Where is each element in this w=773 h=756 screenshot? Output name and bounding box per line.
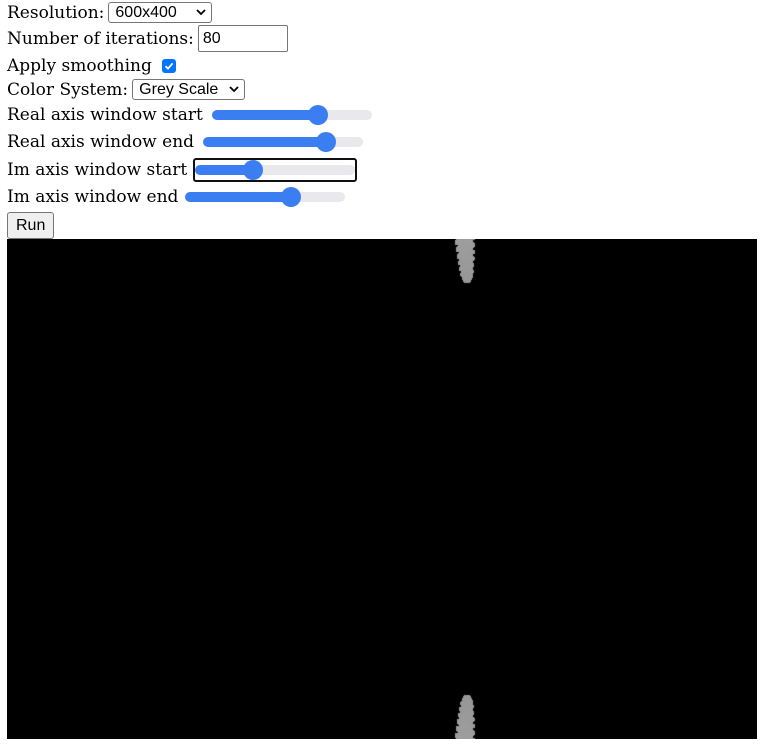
real-end-slider[interactable] <box>203 131 364 153</box>
run-row: Run <box>7 212 55 239</box>
real-end-label: Real axis window end <box>7 132 195 152</box>
resolution-label: Resolution: <box>7 2 105 23</box>
checkmark-icon <box>164 62 174 70</box>
im-end-row: Im axis window end <box>7 186 346 208</box>
slider-thumb[interactable] <box>316 132 337 152</box>
im-start-row: Im axis window start <box>7 158 358 182</box>
im-end-label: Im axis window end <box>7 187 179 207</box>
slider-thumb[interactable] <box>308 105 329 125</box>
chevron-down-icon <box>228 84 240 96</box>
iterations-input[interactable]: 80 <box>197 25 288 52</box>
resolution-select[interactable]: 600x400 <box>108 2 213 23</box>
smoothing-label: Apply smoothing <box>7 56 152 76</box>
smoothing-checkbox[interactable] <box>161 59 176 73</box>
run-button[interactable]: Run <box>7 212 55 239</box>
chevron-down-icon <box>195 7 207 19</box>
iterations-row: Number of iterations: 80 <box>7 25 288 52</box>
color-system-select[interactable]: Grey Scale <box>132 79 246 100</box>
resolution-row: Resolution: 600x400 <box>7 2 213 23</box>
fractal-canvas <box>7 239 757 739</box>
resolution-value: 600x400 <box>115 3 177 21</box>
real-start-slider[interactable] <box>211 104 372 126</box>
iterations-label: Number of iterations: <box>7 28 194 49</box>
color-system-value: Grey Scale <box>139 80 219 98</box>
im-start-label: Im axis window start <box>7 160 188 180</box>
color-system-label: Color System: <box>7 79 129 100</box>
slider-thumb[interactable] <box>280 187 301 207</box>
slider-thumb[interactable] <box>242 160 263 180</box>
real-end-row: Real axis window end <box>7 131 364 153</box>
real-start-label: Real axis window start <box>7 105 203 125</box>
im-end-slider[interactable] <box>185 186 346 208</box>
smoothing-row: Apply smoothing <box>7 56 176 76</box>
iterations-value: 80 <box>202 29 221 47</box>
color-system-row: Color System: Grey Scale <box>7 79 246 100</box>
real-start-row: Real axis window start <box>7 104 372 126</box>
im-start-slider[interactable] <box>193 158 358 182</box>
